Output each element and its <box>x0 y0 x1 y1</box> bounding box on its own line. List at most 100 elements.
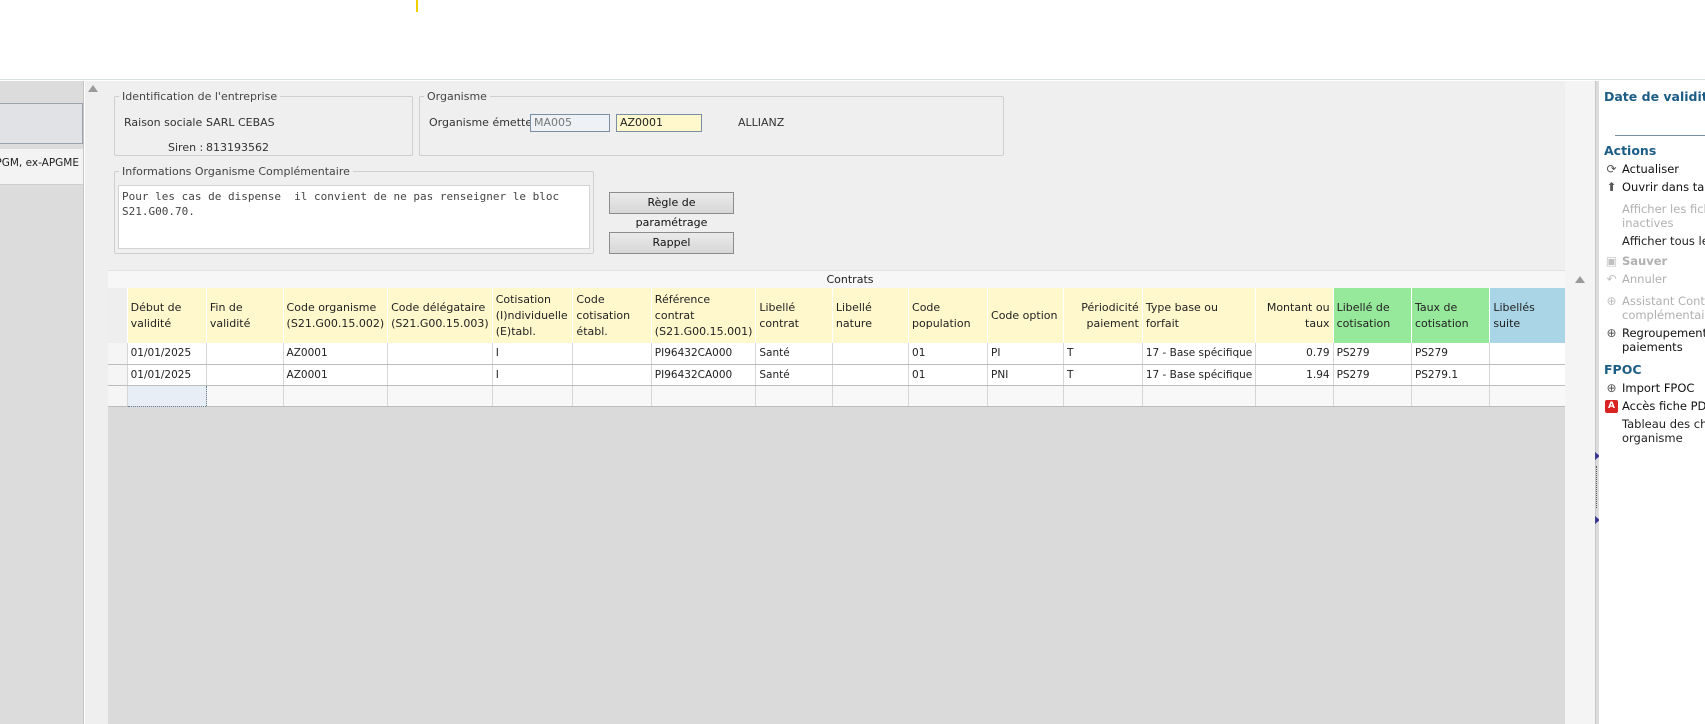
table-cell[interactable]: Santé <box>755 343 833 365</box>
active-new-cell[interactable] <box>126 384 207 407</box>
column-header[interactable]: Taux de cotisation <box>1411 288 1491 343</box>
table-cell[interactable]: PI96432CA000 <box>651 343 757 365</box>
table-cell[interactable]: Santé <box>755 364 833 386</box>
regle-parametrage-button[interactable]: Règle de paramétrage <box>609 192 734 229</box>
column-header[interactable]: Libellé contrat <box>755 288 833 343</box>
assistant-contrat-action[interactable]: ⊕ Assistant Contratcomplémentaire <box>1604 294 1705 322</box>
column-header[interactable]: Code cotisation établ. <box>572 288 652 343</box>
sauver-action[interactable]: ▣ Sauver <box>1604 254 1667 268</box>
table-cell[interactable] <box>1255 385 1334 407</box>
table-cell[interactable] <box>206 343 284 365</box>
import-fpoc-action[interactable]: ⊕ Import FPOC <box>1604 381 1694 395</box>
table-cell[interactable] <box>492 385 574 407</box>
table-cell[interactable] <box>1063 385 1143 407</box>
table-cell[interactable]: 17 - Base spécifique <box>1142 364 1257 386</box>
left-nav-item[interactable]: APGM, ex-APGME) <box>0 149 83 185</box>
grid-scroll-up-icon[interactable] <box>1575 276 1585 283</box>
table-cell[interactable] <box>832 343 910 365</box>
table-cell[interactable]: 01 <box>908 343 989 365</box>
table-cell[interactable]: 1.94 <box>1255 364 1334 386</box>
table-cell[interactable] <box>206 364 284 386</box>
left-nav-selected-item[interactable] <box>0 103 83 144</box>
table-cell[interactable]: PS279 <box>1333 364 1412 386</box>
afficher-tous-action[interactable]: Afficher tous les <box>1622 234 1705 248</box>
table-cell[interactable]: I <box>492 343 574 365</box>
raison-sociale-label: Raison sociale : <box>124 116 210 129</box>
table-cell[interactable] <box>283 385 389 407</box>
column-header[interactable]: Code délégataire (S21.G00.15.003) <box>387 288 493 343</box>
table-cell[interactable]: 17 - Base spécifique <box>1142 343 1257 365</box>
table-cell[interactable]: 01/01/2025 <box>127 343 207 365</box>
row-header[interactable] <box>108 364 128 386</box>
table-cell[interactable] <box>387 364 493 386</box>
table-cell[interactable]: PS279 <box>1411 343 1491 365</box>
table-cell[interactable] <box>832 364 910 386</box>
table-cell[interactable] <box>755 385 833 407</box>
table-cell[interactable] <box>1411 385 1491 407</box>
column-header[interactable]: Début de validité <box>127 288 207 343</box>
table-cell[interactable]: PI <box>987 343 1064 365</box>
column-header[interactable]: Code organisme (S21.G00.15.002) <box>283 288 389 343</box>
column-header[interactable]: Code population <box>908 288 989 343</box>
column-header[interactable]: Périodicité paiement <box>1063 288 1143 343</box>
splitter-grip-icon[interactable] <box>1596 466 1598 508</box>
table-cell[interactable]: 01 <box>908 364 989 386</box>
table-cell[interactable] <box>1489 364 1568 386</box>
ouvrir-tableur-action[interactable]: ⬆ Ouvrir dans tableur <box>1604 180 1705 194</box>
actualiser-action[interactable]: ⟳ Actualiser <box>1604 162 1679 176</box>
annuler-action[interactable]: ↶ Annuler <box>1604 272 1666 286</box>
tableau-charges-action[interactable]: Tableau des charges organisme <box>1622 417 1705 445</box>
column-header[interactable]: Libellés suite <box>1489 288 1568 343</box>
table-cell[interactable]: AZ0001 <box>283 343 389 365</box>
main-scroll-up-icon[interactable] <box>88 85 98 92</box>
table-cell[interactable] <box>387 385 493 407</box>
organisme-emetteur-field[interactable]: AZ0001 <box>616 114 702 132</box>
table-cell[interactable]: PS279.1 <box>1411 364 1491 386</box>
column-header[interactable]: Référence contrat (S21.G00.15.001) <box>651 288 757 343</box>
column-header[interactable]: Fin de validité <box>206 288 284 343</box>
table-cell[interactable]: T <box>1063 343 1143 365</box>
date-validite-field[interactable] <box>1615 135 1705 136</box>
table-cell[interactable]: AZ0001 <box>283 364 389 386</box>
table-cell[interactable] <box>832 385 910 407</box>
table-cell[interactable] <box>206 385 284 407</box>
table-cell[interactable] <box>987 385 1064 407</box>
table-cell[interactable]: I <box>492 364 574 386</box>
tableau-label-2: organisme <box>1622 431 1683 445</box>
table-row[interactable]: 01/01/2025 AZ0001 I PI96432CA000 Santé 01 PI T 1… <box>108 343 1591 365</box>
table-cell[interactable] <box>572 364 652 386</box>
table-cell[interactable] <box>572 343 652 365</box>
acces-fiche-pdf-action[interactable]: A Accès fiche PDF <box>1604 399 1705 413</box>
column-header[interactable]: Type base ou forfait <box>1142 288 1257 343</box>
row-header[interactable] <box>108 385 128 407</box>
table-row[interactable]: 01/01/2025 AZ0001 I PI96432CA000 Santé 01 PNI T… <box>108 364 1591 386</box>
table-cell[interactable]: 0.79 <box>1255 343 1334 365</box>
afficher-fiches-label-1: Afficher les fiches <box>1622 202 1705 216</box>
new-entry-row[interactable] <box>108 384 1591 407</box>
grid-vertical-scrollbar[interactable] <box>1565 81 1595 724</box>
organisme-code-field[interactable]: MA005 <box>530 114 610 132</box>
column-header[interactable]: Code option <box>987 288 1064 343</box>
regroupement-paiements-action[interactable]: ⊕ Regroupement paiements <box>1604 326 1705 354</box>
row-header[interactable] <box>108 343 128 365</box>
table-cell[interactable] <box>1333 385 1412 407</box>
table-cell[interactable] <box>908 385 989 407</box>
table-cell[interactable] <box>572 385 652 407</box>
table-cell[interactable] <box>387 343 493 365</box>
table-cell[interactable]: T <box>1063 364 1143 386</box>
column-header[interactable]: Montant ou taux <box>1255 288 1334 343</box>
table-cell[interactable]: PS279 <box>1333 343 1412 365</box>
info-complementaire-text[interactable]: Pour les cas de dispense il convient de … <box>118 185 590 249</box>
afficher-fiches-inactives-action[interactable]: Afficher les fiches inactives <box>1622 202 1705 230</box>
column-header[interactable]: Libellé nature <box>832 288 910 343</box>
table-cell[interactable]: PNI <box>987 364 1064 386</box>
column-header[interactable]: Cotisation (I)ndividuelle (E)tabl. <box>492 288 574 343</box>
table-cell[interactable] <box>1489 343 1568 365</box>
table-cell[interactable] <box>1142 385 1257 407</box>
table-cell[interactable]: PI96432CA000 <box>651 364 757 386</box>
table-cell[interactable]: 01/01/2025 <box>127 364 207 386</box>
column-header[interactable]: Libellé de cotisation <box>1333 288 1412 343</box>
rappel-button[interactable]: Rappel <box>609 232 734 254</box>
table-cell[interactable] <box>1489 385 1568 407</box>
table-cell[interactable] <box>651 385 757 407</box>
